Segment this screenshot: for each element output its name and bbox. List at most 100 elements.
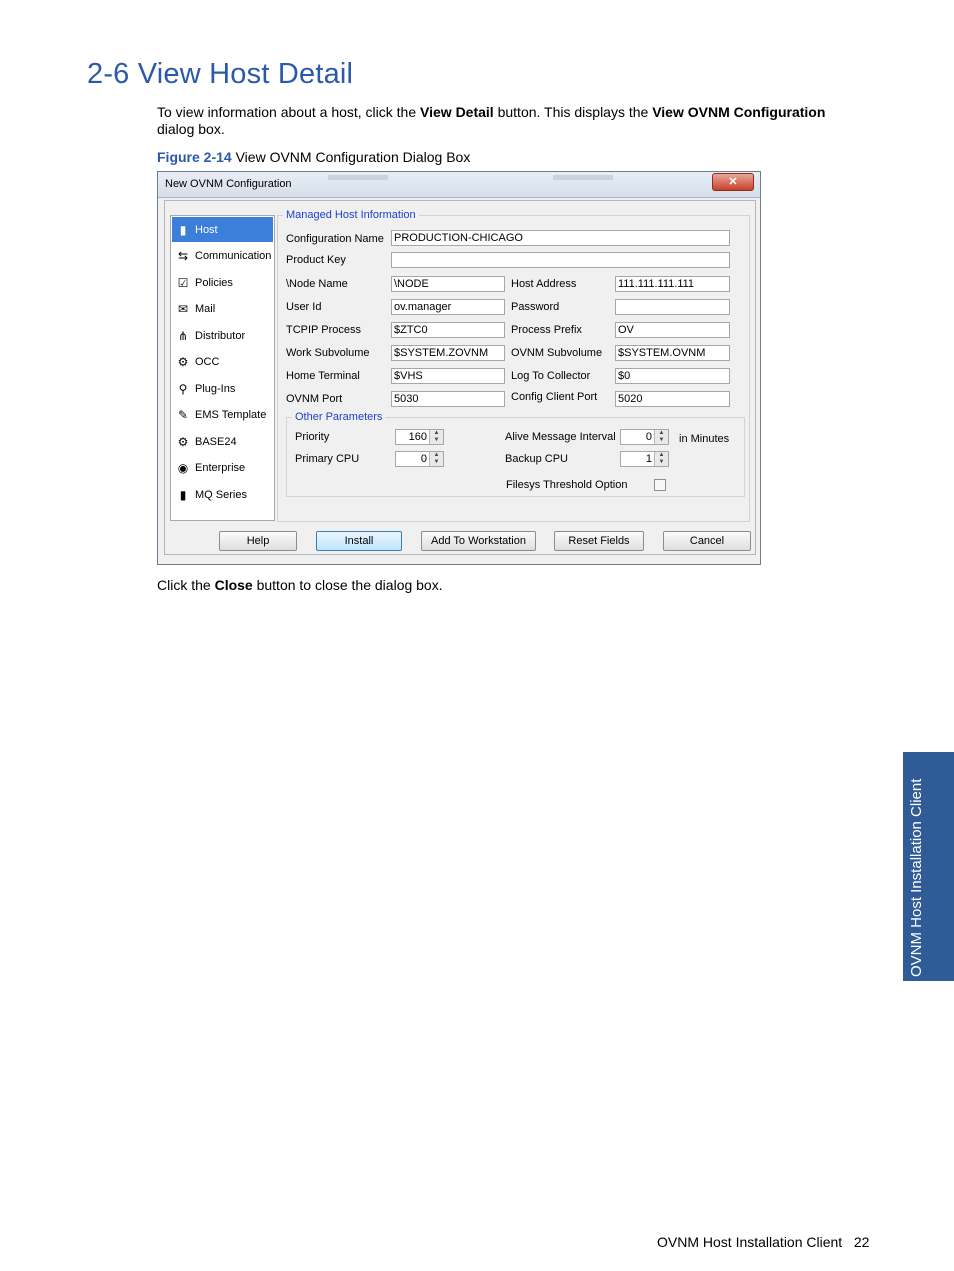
ovnm-port-field[interactable]: 5030 <box>391 391 505 407</box>
sidebar-item-label: Plug-Ins <box>195 382 236 395</box>
work-subvolume-label: Work Subvolume <box>286 347 370 359</box>
page-title: 2-6 View Host Detail <box>87 58 354 90</box>
sidebar-item-ems-template[interactable]: ✎ EMS Template <box>172 403 273 428</box>
user-id-field[interactable]: ov.manager <box>391 299 505 315</box>
node-name-label: \Node Name <box>286 278 348 290</box>
config-client-port-label: Config Client Port <box>511 391 598 403</box>
server-icon: ▮ <box>179 487 187 502</box>
sidebar-item-label: Mail <box>195 303 216 315</box>
sidebar-item-policies[interactable]: ☑ Policies <box>172 270 273 295</box>
config-name-field[interactable]: PRODUCTION-CHICAGO <box>391 230 730 246</box>
sidebar-item-distributor[interactable]: ⋔ Distributor <box>172 323 273 348</box>
filesys-threshold-checkbox[interactable] <box>654 479 666 491</box>
envelope-icon: ✉ <box>177 302 189 316</box>
node-name-field[interactable]: \NODE <box>391 276 505 292</box>
install-button[interactable]: Install <box>316 531 402 551</box>
primary-cpu-spinner[interactable]: 0 ▲ ▼ <box>395 451 444 467</box>
view-ovnm-config-term: View OVNM Configuration <box>652 104 826 120</box>
spinner-arrows-icon[interactable]: ▲ ▼ <box>429 430 443 444</box>
sidebar-item-label: BASE24 <box>195 435 237 448</box>
sidebar-item-label: EMS Template <box>195 409 267 421</box>
sidebar-item-label: Host <box>195 223 218 236</box>
primary-cpu-label: Primary CPU <box>295 453 360 465</box>
figure-number: Figure 2-14 <box>157 149 232 165</box>
ovnm-port-label: OVNM Port <box>286 393 343 405</box>
closing-paragraph: Click the Close button to close the dial… <box>157 577 847 594</box>
spinner-arrows-icon[interactable]: ▲ ▼ <box>654 430 668 444</box>
sidebar-item-enterprise[interactable]: ◉ Enterprise <box>172 456 273 481</box>
help-button[interactable]: Help <box>219 531 297 551</box>
page-footer: OVNM Host Installation Client 22 <box>657 1234 869 1250</box>
backup-cpu-value: 1 <box>645 453 652 465</box>
intro-text: To view information about a host, click … <box>157 104 421 120</box>
sidebar-item-plug-ins[interactable]: ⚲ Plug-Ins <box>172 376 273 401</box>
alive-interval-label: Alive Message Interval <box>505 431 616 443</box>
dialog-client-area: ▮ Host ⇆ Communication ☑ Policies ✉ Mail ⋔ Distri… <box>164 200 756 555</box>
managed-host-info-group: Managed Host Information Configuration N… <box>277 209 750 522</box>
sidebar-item-mq-series[interactable]: ▮ MQ Series <box>172 482 273 507</box>
alive-interval-spinner[interactable]: 0 ▲ ▼ <box>620 429 669 445</box>
globe-icon: ◉ <box>177 461 189 475</box>
closing-text: button to close the dialog box. <box>252 577 443 593</box>
sidebar-item-communication[interactable]: ⇆ Communication <box>172 244 273 269</box>
sidebar-item-label: OCC <box>195 356 220 368</box>
view-detail-term: View Detail <box>420 104 494 120</box>
intro-text: button. This displays the <box>493 104 653 120</box>
sidebar-item-mail[interactable]: ✉ Mail <box>172 297 273 322</box>
distributor-icon: ⋔ <box>177 328 189 343</box>
home-terminal-field[interactable]: $VHS <box>391 368 505 384</box>
priority-label: Priority <box>295 431 330 443</box>
alive-interval-unit: in Minutes <box>679 433 730 445</box>
tcpip-process-field[interactable]: $ZTC0 <box>391 322 505 338</box>
log-to-collector-label: Log To Collector <box>511 370 591 382</box>
password-field[interactable] <box>615 299 730 315</box>
sidebar-item-label: Policies <box>195 276 233 289</box>
managed-host-legend: Managed Host Information <box>283 209 419 221</box>
sidebar-item-host[interactable]: ▮ Host <box>172 217 273 242</box>
cancel-button[interactable]: Cancel <box>663 531 751 551</box>
plug-icon: ⚲ <box>178 381 188 396</box>
ovnm-config-dialog: New OVNM Configuration ✕ ▮ Host ⇆ Communica… <box>157 171 761 565</box>
process-prefix-field[interactable]: OV <box>615 322 730 338</box>
priority-spinner[interactable]: 160 ▲ ▼ <box>395 429 444 445</box>
add-to-workstation-button[interactable]: Add To Workstation <box>421 531 536 551</box>
home-terminal-label: Home Terminal <box>286 370 360 382</box>
alive-interval-value: 0 <box>645 431 652 443</box>
ovnm-subvolume-field[interactable]: $SYSTEM.OVNM <box>615 345 730 361</box>
dialog-titlebar[interactable]: New OVNM Configuration ✕ <box>158 172 760 198</box>
chapter-side-tab: OVNM Host Installation Client <box>903 752 954 981</box>
config-client-port-field[interactable]: 5020 <box>615 391 730 407</box>
footer-title: OVNM Host Installation Client <box>657 1234 843 1250</box>
template-icon: ✎ <box>177 408 189 422</box>
gears-icon: ⚙ <box>177 355 189 369</box>
config-name-label: Configuration Name <box>286 233 384 245</box>
sidebar-item-label: Distributor <box>195 329 246 342</box>
host-address-field[interactable]: 111.111.111.111 <box>615 276 730 292</box>
host-address-label: Host Address <box>511 278 577 290</box>
background-window-ghost <box>328 175 388 180</box>
log-to-collector-field[interactable]: $0 <box>615 368 730 384</box>
background-window-ghost <box>553 175 613 180</box>
checklist-icon: ☑ <box>177 275 189 290</box>
work-subvolume-field[interactable]: $SYSTEM.ZOVNM <box>391 345 505 361</box>
product-key-label: Product Key <box>286 254 346 266</box>
tcpip-process-label: TCPIP Process <box>286 324 361 336</box>
intro-text: dialog box. <box>157 121 225 137</box>
priority-value: 160 <box>408 431 427 443</box>
page-number: 22 <box>853 1234 870 1250</box>
spinner-arrows-icon[interactable]: ▲ ▼ <box>429 452 443 466</box>
sidebar-item-base24[interactable]: ⚙ BASE24 <box>172 429 273 454</box>
primary-cpu-value: 0 <box>420 453 427 465</box>
dialog-title: New OVNM Configuration <box>165 178 292 190</box>
product-key-field[interactable] <box>391 252 730 268</box>
reset-fields-button[interactable]: Reset Fields <box>554 531 644 551</box>
sidebar-item-occ[interactable]: ⚙ OCC <box>172 350 273 375</box>
figure-caption: Figure 2-14 View OVNM Configuration Dial… <box>157 149 470 165</box>
user-id-label: User Id <box>286 301 322 313</box>
spinner-arrows-icon[interactable]: ▲ ▼ <box>654 452 668 466</box>
config-category-list: ▮ Host ⇆ Communication ☑ Policies ✉ Mail ⋔ Distri… <box>170 215 275 521</box>
server-icon: ▮ <box>179 222 187 237</box>
close-icon[interactable]: ✕ <box>712 173 754 191</box>
backup-cpu-spinner[interactable]: 1 ▲ ▼ <box>620 451 669 467</box>
password-label: Password <box>511 301 560 313</box>
